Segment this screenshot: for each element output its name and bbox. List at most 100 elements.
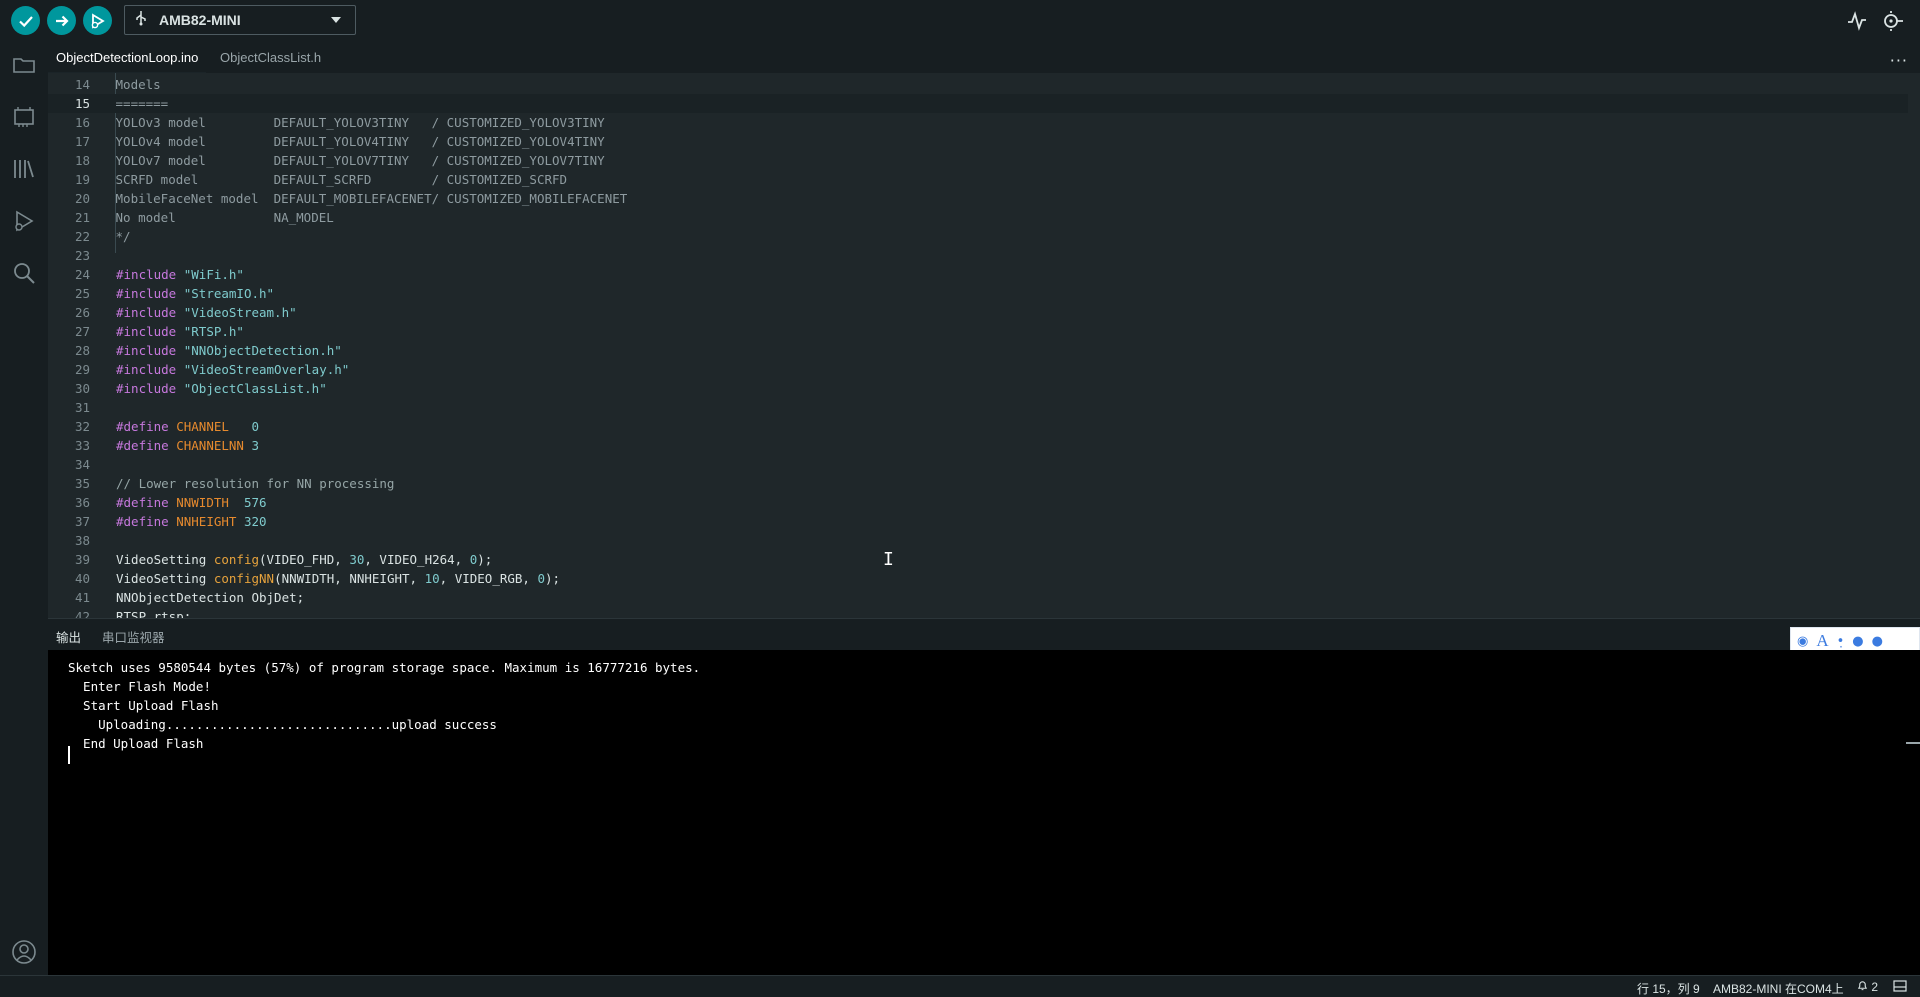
comment-text: */ xyxy=(108,229,131,244)
line-number: 19 xyxy=(74,172,90,187)
comment-text: MobileFaceNet model DEFAULT_MOBILEFACENE… xyxy=(108,191,628,206)
debug-button[interactable] xyxy=(83,6,112,35)
function-name: config xyxy=(213,552,259,567)
output-line: Sketch uses 9580544 bytes (57%) of progr… xyxy=(68,660,701,675)
code-line[interactable]: 20 MobileFaceNet model DEFAULT_MOBILEFAC… xyxy=(48,189,1908,208)
code-line[interactable]: 39 VideoSetting config(VIDEO_FHD, 30, VID… xyxy=(48,550,1908,569)
line-number: 32 xyxy=(74,419,90,434)
line-number: 15 xyxy=(74,96,90,111)
code-line[interactable]: 17 YOLOv4 model DEFAULT_YOLOV4TINY / CUS… xyxy=(48,132,1908,151)
code-text: #include "WiFi.h" xyxy=(116,265,244,284)
string-literal: "VideoStream.h" xyxy=(176,305,297,320)
code-line[interactable]: 23 xyxy=(48,246,1908,265)
arguments: ); xyxy=(477,552,493,567)
number-literal: 30 xyxy=(349,552,365,567)
code-line[interactable]: 38 xyxy=(48,531,1908,550)
line-number: 16 xyxy=(74,115,90,130)
line-number: 37 xyxy=(74,514,90,529)
tab-serial-monitor[interactable]: 串口监视器 xyxy=(102,627,165,646)
code-line[interactable]: 37 #define NNHEIGHT 320 xyxy=(48,512,1908,531)
line-number: 17 xyxy=(74,134,90,149)
line-number: 28 xyxy=(74,343,90,358)
ime-logo-icon: ◉ xyxy=(1797,633,1809,649)
editor-tabs: ObjectDetectionLoop.ino ObjectClassList.… xyxy=(48,43,1920,73)
code-line[interactable]: 28 #include "NNObjectDetection.h" xyxy=(48,341,1908,360)
code-line[interactable]: 26 #include "VideoStream.h" xyxy=(48,303,1908,322)
line-number: 42 xyxy=(74,609,90,618)
output-scrollbar[interactable] xyxy=(1906,742,1920,744)
sidebar xyxy=(0,43,48,975)
board-selector[interactable]: AMB82-MINI xyxy=(124,5,356,35)
line-number: 18 xyxy=(74,153,90,168)
code-line[interactable]: 24 #include "WiFi.h" xyxy=(48,265,1908,284)
arrow-right-icon xyxy=(55,15,69,26)
sidebar-item-search[interactable] xyxy=(10,259,38,287)
output-console[interactable]: Sketch uses 9580544 bytes (57%) of progr… xyxy=(48,650,1920,975)
code-line[interactable]: 16 YOLOv3 model DEFAULT_YOLOV3TINY / CUS… xyxy=(48,113,1908,132)
upload-button[interactable] xyxy=(47,6,76,35)
code-text: #include "NNObjectDetection.h" xyxy=(116,341,342,360)
sidebar-item-account[interactable] xyxy=(10,938,38,966)
code-line[interactable]: 19 SCRFD model DEFAULT_SCRFD / CUSTOMIZE… xyxy=(48,170,1908,189)
tab-output[interactable]: 输出 xyxy=(56,627,81,646)
ime-mic-icon: ● xyxy=(1852,633,1864,649)
tab-objectdetectionloop[interactable]: ObjectDetectionLoop.ino xyxy=(48,43,207,73)
bell-icon xyxy=(1857,981,1868,991)
comment-text: YOLOv7 model DEFAULT_YOLOV7TINY / CUSTOM… xyxy=(108,153,605,168)
code-line[interactable]: 40 VideoSetting configNN(NNWIDTH, NNHEIGH… xyxy=(48,569,1908,588)
serial-monitor-button[interactable] xyxy=(1881,9,1905,33)
ime-user-icon: ● xyxy=(1871,633,1883,649)
verify-button[interactable] xyxy=(11,6,40,35)
code-line[interactable]: 22 */ xyxy=(48,227,1908,246)
code-line[interactable]: 29 #include "VideoStreamOverlay.h" xyxy=(48,360,1908,379)
board-port-status[interactable]: AMB82-MINI 在COM4上 xyxy=(1713,980,1844,997)
number-literal: 320 xyxy=(236,514,267,529)
sidebar-item-boards[interactable] xyxy=(10,103,38,131)
code-line[interactable]: 30 #include "ObjectClassList.h" xyxy=(48,379,1908,398)
comment-text: YOLOv3 model DEFAULT_YOLOV3TINY / CUSTOM… xyxy=(108,115,605,130)
code-line[interactable]: 42 RTSP rtsp; xyxy=(48,607,1908,618)
code-line[interactable]: 18 YOLOv7 model DEFAULT_YOLOV7TINY / CUS… xyxy=(48,151,1908,170)
check-icon xyxy=(18,15,33,27)
code-line[interactable]: 35 // Lower resolution for NN processing xyxy=(48,474,1908,493)
code-line[interactable]: 21 No model NA_MODEL xyxy=(48,208,1908,227)
output-line: Uploading..............................u… xyxy=(68,717,497,732)
board-icon xyxy=(14,107,34,127)
code-text: Models xyxy=(108,75,161,94)
line-number: 20 xyxy=(74,191,90,206)
code-editor[interactable]: 14 Models 15 ======= 16 YOLOv3 model DEFAU… xyxy=(48,73,1920,618)
comment-text: YOLOv4 model DEFAULT_YOLOV4TINY / CUSTOM… xyxy=(108,134,605,149)
code-line[interactable]: 15 ======= xyxy=(48,94,1908,113)
line-number: 30 xyxy=(74,381,90,396)
number-literal: 576 xyxy=(228,495,267,510)
monitor-icon xyxy=(1884,11,1903,31)
code-line[interactable]: 32 #define CHANNEL 0 xyxy=(48,417,1908,436)
code-line[interactable]: 33 #define CHANNELNN 3 xyxy=(48,436,1908,455)
line-number: 21 xyxy=(74,210,90,225)
notifications-indicator[interactable]: 2 xyxy=(1857,980,1878,994)
code-line[interactable]: 27 #include "RTSP.h" xyxy=(48,322,1908,341)
notification-count: 2 xyxy=(1871,980,1879,994)
code-line[interactable]: 14 Models xyxy=(48,75,1908,94)
code-line[interactable]: 31 xyxy=(48,398,1908,417)
library-icon xyxy=(14,160,34,178)
tab-objectclasslist[interactable]: ObjectClassList.h xyxy=(212,43,329,73)
code-line[interactable]: 36 #define NNWIDTH 576 xyxy=(48,493,1908,512)
folder-icon xyxy=(13,58,35,73)
string-literal: "StreamIO.h" xyxy=(176,286,275,301)
tabs-more-button[interactable]: ··· xyxy=(1890,51,1908,70)
serial-plotter-button[interactable] xyxy=(1845,9,1869,33)
code-text: NNObjectDetection ObjDet; xyxy=(116,588,304,607)
code-text: #define CHANNELNN 3 xyxy=(116,436,259,455)
code-line[interactable]: 34 xyxy=(48,455,1908,474)
mouse-cursor: I xyxy=(883,549,894,570)
code-line[interactable]: 25 #include "StreamIO.h" xyxy=(48,284,1908,303)
code-statement: RTSP rtsp; xyxy=(116,609,192,618)
sidebar-item-debug[interactable] xyxy=(10,207,38,235)
toggle-panel-button[interactable] xyxy=(1893,980,1907,995)
cursor-position[interactable]: 行 15，列 9 xyxy=(1637,980,1700,997)
code-line[interactable]: 41 NNObjectDetection ObjDet; xyxy=(48,588,1908,607)
line-number: 31 xyxy=(74,400,90,415)
sidebar-item-sketchbook[interactable] xyxy=(10,51,38,79)
sidebar-item-libraries[interactable] xyxy=(10,155,38,183)
